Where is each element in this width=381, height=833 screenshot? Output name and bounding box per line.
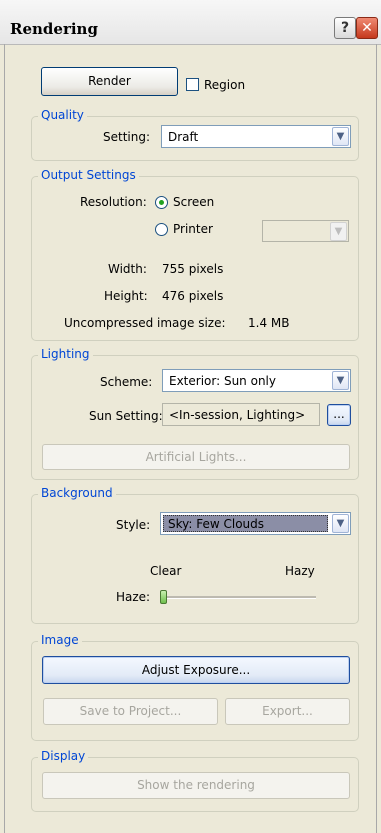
render-button-label: Render	[88, 74, 131, 88]
window-title: Rendering	[10, 20, 98, 38]
artificial-lights-button[interactable]: Artificial Lights...	[42, 444, 350, 470]
help-button[interactable]: ?	[334, 17, 356, 39]
render-button[interactable]: Render	[41, 67, 178, 96]
background-group-label: Background	[38, 486, 116, 500]
close-icon: ✕	[361, 20, 373, 36]
height-value: 476 pixels	[162, 289, 224, 303]
output-settings-group-label: Output Settings	[38, 168, 139, 182]
style-label: Style:	[116, 518, 151, 532]
chevron-down-icon: ▼	[330, 222, 347, 241]
scheme-select[interactable]: Exterior: Sun only ▼	[162, 369, 351, 392]
adjust-exposure-button[interactable]: Adjust Exposure...	[42, 656, 350, 684]
quality-setting-select[interactable]: Draft ▼	[161, 125, 351, 148]
haze-clear-label: Clear	[150, 564, 182, 578]
quality-setting-value: Draft	[168, 130, 199, 144]
resolution-label: Resolution:	[80, 195, 147, 209]
height-label: Height:	[104, 289, 148, 303]
image-group-label: Image	[38, 633, 82, 647]
title-bar: Rendering ? ✕	[0, 0, 381, 45]
width-label: Width:	[108, 262, 147, 276]
scheme-label: Scheme:	[100, 375, 153, 389]
sun-setting-label: Sun Setting:	[89, 409, 163, 423]
save-to-project-button[interactable]: Save to Project...	[43, 698, 218, 725]
radio-selected-dot	[159, 200, 164, 205]
screen-radio[interactable]	[155, 196, 168, 209]
width-value: 755 pixels	[162, 262, 224, 276]
quality-setting-label: Setting:	[103, 130, 151, 144]
haze-slider-thumb[interactable]	[160, 590, 167, 604]
quality-group-label: Quality	[38, 108, 87, 122]
export-button[interactable]: Export...	[225, 698, 350, 725]
chevron-down-icon[interactable]: ▼	[332, 371, 349, 390]
image-size-label: Uncompressed image size:	[64, 316, 226, 330]
image-size-value: 1.4 MB	[248, 316, 290, 330]
chevron-down-icon[interactable]: ▼	[332, 514, 349, 533]
haze-label: Haze:	[116, 590, 151, 604]
haze-slider-track[interactable]	[160, 596, 316, 599]
adjust-exposure-label: Adjust Exposure...	[141, 663, 251, 677]
region-label: Region	[204, 78, 246, 92]
scheme-value: Exterior: Sun only	[169, 374, 276, 388]
export-label: Export...	[262, 704, 313, 718]
printer-select: ▼	[262, 220, 349, 242]
show-rendering-button[interactable]: Show the rendering	[42, 772, 350, 799]
question-icon: ?	[340, 20, 350, 36]
region-checkbox[interactable]	[186, 78, 199, 91]
show-rendering-label: Show the rendering	[137, 778, 255, 792]
screen-radio-label: Screen	[173, 195, 215, 209]
background-style-select[interactable]: Sky: Few Clouds ▼	[160, 512, 351, 535]
printer-radio-label: Printer	[173, 222, 213, 236]
display-group-label: Display	[38, 749, 89, 763]
chevron-down-icon[interactable]: ▼	[332, 127, 349, 146]
close-button[interactable]: ✕	[356, 17, 378, 39]
sun-setting-field: <In-session, Lighting>	[162, 403, 320, 426]
save-to-project-label: Save to Project...	[79, 704, 182, 718]
background-style-value: Sky: Few Clouds	[163, 515, 328, 532]
lighting-group-label: Lighting	[38, 347, 93, 361]
artificial-lights-label: Artificial Lights...	[145, 450, 247, 464]
printer-radio[interactable]	[155, 223, 168, 236]
haze-hazy-label: Hazy	[285, 564, 315, 578]
sun-setting-browse-button[interactable]: ...	[327, 404, 351, 426]
ellipsis-icon: ...	[333, 407, 345, 421]
sun-setting-value: <In-session, Lighting>	[169, 408, 306, 422]
